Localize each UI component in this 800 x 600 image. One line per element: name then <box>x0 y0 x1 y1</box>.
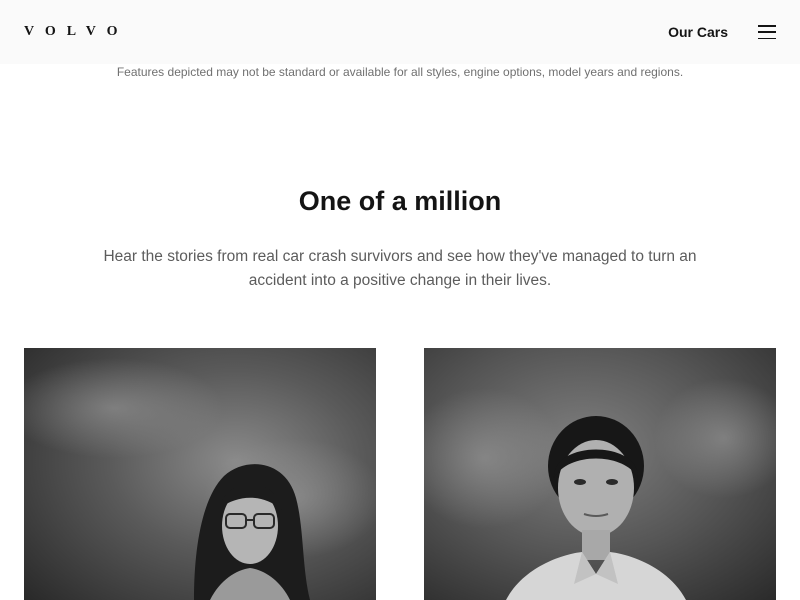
hamburger-menu-icon[interactable] <box>758 25 776 39</box>
site-header: VOLVO Our Cars <box>0 0 800 64</box>
section-title: One of a million <box>298 186 502 216</box>
story-card-2[interactable] <box>424 348 776 600</box>
header-nav: Our Cars <box>668 24 776 40</box>
volvo-logo[interactable]: VOLVO <box>24 25 129 39</box>
portrait-image-2 <box>424 348 776 600</box>
section-description: Hear the stories from real car crash sur… <box>103 248 697 289</box>
menu-bar-middle <box>758 31 776 33</box>
our-cars-link[interactable]: Our Cars <box>668 24 728 40</box>
menu-bar-bottom <box>758 37 776 39</box>
portrait-image-1 <box>24 348 376 600</box>
features-disclaimer: Features depicted may not be standard or… <box>116 65 684 79</box>
story-card-1[interactable] <box>24 348 376 600</box>
menu-bar-top <box>758 25 776 27</box>
